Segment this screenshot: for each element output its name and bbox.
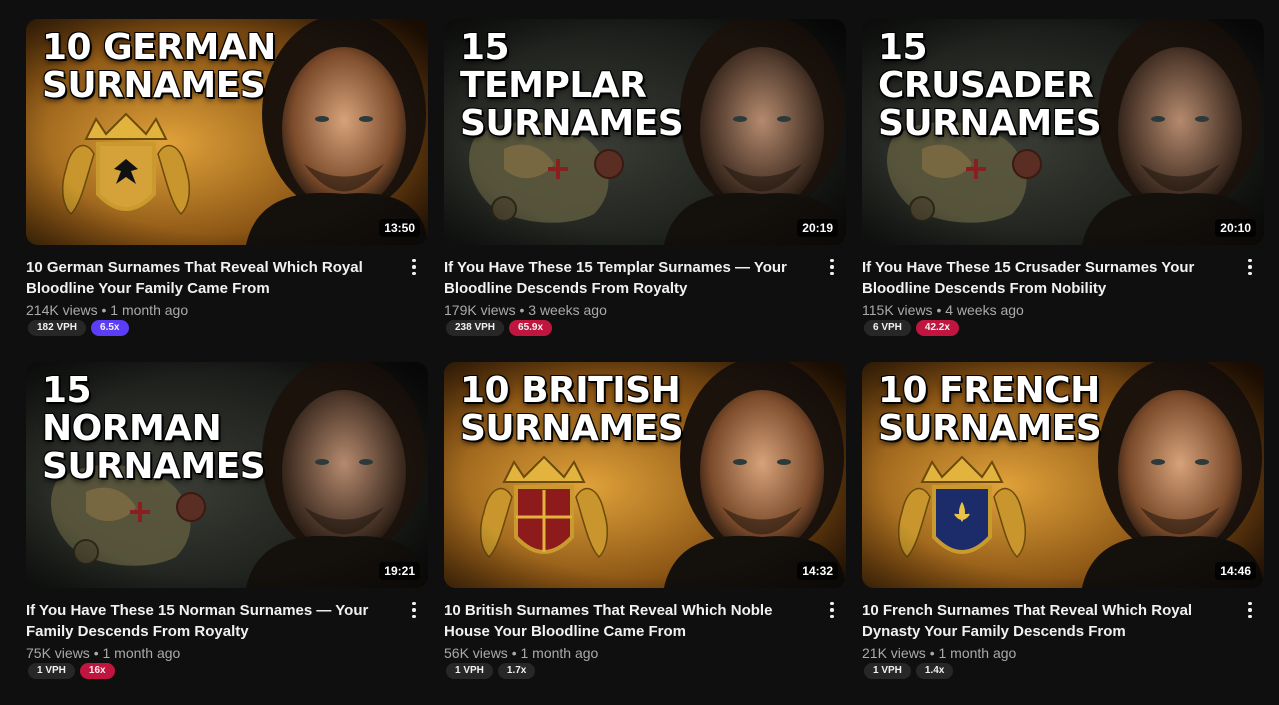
video-stats: 179K views • 3 weeks ago: [444, 302, 607, 318]
thumbnail-headline: 15 TEMPLAR SURNAMES: [460, 27, 684, 144]
vph-badge: 1 VPH: [864, 663, 911, 679]
video-thumbnail[interactable]: 15 CRUSADER SURNAMES 20:10: [862, 19, 1264, 245]
more-actions-icon[interactable]: [404, 255, 424, 279]
vph-badge: 238 VPH: [446, 320, 505, 336]
video-card[interactable]: 10 FRENCH SURNAMES 14:46 10 French Surna…: [862, 362, 1264, 705]
video-title[interactable]: If You Have These 15 Crusader Surnames Y…: [862, 257, 1238, 299]
thumbnail-headline: 15 CRUSADER SURNAMES: [878, 27, 1102, 144]
video-title[interactable]: If You Have These 15 Norman Surnames — Y…: [26, 600, 402, 642]
multiplier-badge: 6.5x: [91, 320, 129, 336]
video-title[interactable]: 10 French Surnames That Reveal Which Roy…: [862, 600, 1238, 642]
video-grid: 10 GERMAN SURNAMES 13:50 10 German Surna…: [26, 19, 1264, 705]
video-card[interactable]: 10 BRITISH SURNAMES 14:32 10 British Sur…: [444, 362, 846, 705]
vph-badge: 6 VPH: [864, 320, 911, 336]
video-meta: 10 German Surnames That Reveal Which Roy…: [26, 257, 428, 336]
more-actions-icon[interactable]: [404, 598, 424, 622]
badge-row: 1 VPH 1.7x: [446, 663, 820, 679]
video-thumbnail[interactable]: 15 NORMAN SURNAMES 19:21: [26, 362, 428, 588]
vph-badge: 1 VPH: [446, 663, 493, 679]
video-thumbnail[interactable]: 10 BRITISH SURNAMES 14:32: [444, 362, 846, 588]
video-meta: If You Have These 15 Norman Surnames — Y…: [26, 600, 428, 679]
video-duration: 20:19: [797, 219, 838, 237]
multiplier-badge: 65.9x: [509, 320, 553, 336]
video-meta: If You Have These 15 Crusader Surnames Y…: [862, 257, 1264, 336]
more-actions-icon[interactable]: [822, 255, 842, 279]
badge-row: 1 VPH 1.4x: [864, 663, 1238, 679]
video-title[interactable]: 10 British Surnames That Reveal Which No…: [444, 600, 820, 642]
video-duration: 13:50: [379, 219, 420, 237]
video-stats: 214K views • 1 month ago: [26, 302, 189, 318]
video-meta: 10 British Surnames That Reveal Which No…: [444, 600, 846, 679]
multiplier-badge: 1.4x: [915, 663, 954, 679]
badge-row: 1 VPH 16x: [28, 663, 402, 679]
more-actions-icon[interactable]: [822, 598, 842, 622]
video-stats: 115K views • 4 weeks ago: [862, 302, 1024, 318]
video-card[interactable]: 15 TEMPLAR SURNAMES 20:19 If You Have Th…: [444, 19, 846, 362]
multiplier-badge: 42.2x: [915, 320, 959, 336]
thumbnail-headline: 15 NORMAN SURNAMES: [42, 370, 266, 487]
more-actions-icon[interactable]: [1240, 255, 1260, 279]
video-thumbnail[interactable]: 15 TEMPLAR SURNAMES 20:19: [444, 19, 846, 245]
video-duration: 14:46: [1215, 562, 1256, 580]
video-card[interactable]: 15 CRUSADER SURNAMES 20:10 If You Have T…: [862, 19, 1264, 362]
video-meta: If You Have These 15 Templar Surnames — …: [444, 257, 846, 336]
video-card[interactable]: 10 GERMAN SURNAMES 13:50 10 German Surna…: [26, 19, 428, 362]
video-stats: 56K views • 1 month ago: [444, 645, 599, 661]
video-thumbnail[interactable]: 10 GERMAN SURNAMES 13:50: [26, 19, 428, 245]
video-stats: 75K views • 1 month ago: [26, 645, 181, 661]
video-thumbnail[interactable]: 10 FRENCH SURNAMES 14:46: [862, 362, 1264, 588]
video-duration: 14:32: [797, 562, 838, 580]
video-meta: 10 French Surnames That Reveal Which Roy…: [862, 600, 1264, 679]
video-title[interactable]: If You Have These 15 Templar Surnames — …: [444, 257, 820, 299]
thumbnail-headline: 10 FRENCH SURNAMES: [878, 370, 1102, 449]
video-duration: 19:21: [379, 562, 420, 580]
video-stats: 21K views • 1 month ago: [862, 645, 1017, 661]
badge-row: 6 VPH 42.2x: [864, 320, 1238, 336]
thumbnail-headline: 10 BRITISH SURNAMES: [460, 370, 684, 449]
video-duration: 20:10: [1215, 219, 1256, 237]
multiplier-badge: 16x: [79, 663, 115, 679]
vph-badge: 182 VPH: [28, 320, 87, 336]
badge-row: 238 VPH 65.9x: [446, 320, 820, 336]
thumbnail-headline: 10 GERMAN SURNAMES: [42, 27, 276, 106]
multiplier-badge: 1.7x: [497, 663, 536, 679]
badge-row: 182 VPH 6.5x: [28, 320, 402, 336]
vph-badge: 1 VPH: [28, 663, 75, 679]
video-title[interactable]: 10 German Surnames That Reveal Which Roy…: [26, 257, 402, 299]
video-card[interactable]: 15 NORMAN SURNAMES 19:21 If You Have The…: [26, 362, 428, 705]
more-actions-icon[interactable]: [1240, 598, 1260, 622]
